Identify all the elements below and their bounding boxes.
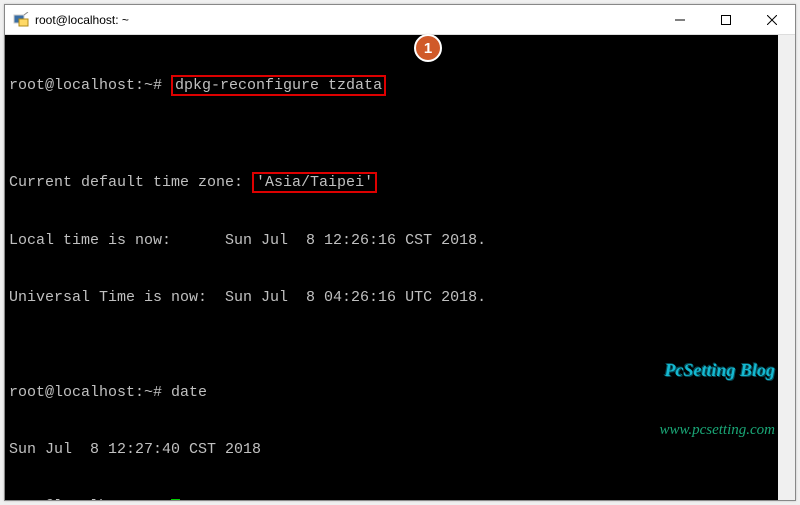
highlighted-command: dpkg-reconfigure tzdata [171,75,386,96]
callout-badge-1: 1 [414,34,442,62]
watermark-title: PcSetting Blog [659,360,775,380]
cursor [171,499,180,500]
prompt: root@localhost:~# [9,384,171,401]
tz-label: Current default time zone: [9,174,252,191]
prompt: root@localhost:~# [9,77,171,94]
scrollbar[interactable] [778,35,795,500]
terminal-window: root@localhost: ~ root@localhost:~# dpkg… [4,4,796,501]
prompt: root@localhost:~# [9,498,171,500]
window-title: root@localhost: ~ [35,13,657,27]
titlebar: root@localhost: ~ [5,5,795,35]
putty-icon [13,12,29,28]
watermark-url: www.pcsetting.com [659,420,775,440]
terminal-area[interactable]: root@localhost:~# dpkg-reconfigure tzdat… [5,35,795,500]
minimize-button[interactable] [657,5,703,35]
close-button[interactable] [749,5,795,35]
date-output: Sun Jul 8 12:27:40 CST 2018 [9,440,791,459]
utc-time-line: Universal Time is now: Sun Jul 8 04:26:1… [9,288,791,307]
window-controls [657,5,795,35]
command-text: date [171,384,207,401]
local-time-line: Local time is now: Sun Jul 8 12:26:16 CS… [9,231,791,250]
maximize-button[interactable] [703,5,749,35]
highlighted-timezone: 'Asia/Taipei' [252,172,377,193]
